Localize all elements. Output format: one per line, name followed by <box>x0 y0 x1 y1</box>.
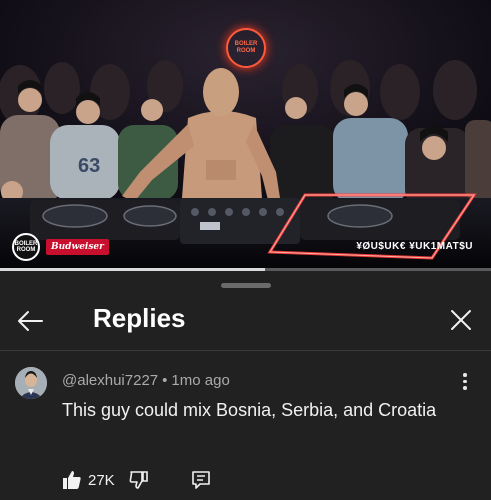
close-button[interactable] <box>447 306 475 334</box>
boiler-room-logo: BOILER ROOM <box>12 233 40 261</box>
reply-icon <box>191 471 210 489</box>
replies-header: Replies <box>0 293 491 349</box>
close-icon <box>451 310 471 330</box>
comment-item: @alexhui7227 • 1mo ago This guy could mix … <box>0 351 491 500</box>
drag-handle[interactable] <box>221 283 271 288</box>
thumbs-down-icon <box>129 471 148 489</box>
comment-meta: @alexhui7227 • 1mo ago <box>62 372 230 389</box>
back-button[interactable] <box>14 306 48 336</box>
artist-watermark: ¥ØU$UK€ ¥UK1MAT$U <box>356 241 473 252</box>
replies-panel: Replies @alexhui7227 • 1mo ago This guy co… <box>0 271 491 500</box>
like-button[interactable]: 27K <box>62 470 115 490</box>
comment-actions: 27K <box>62 467 211 493</box>
user-avatar-icon <box>15 367 47 399</box>
video-branding: BOILER ROOM Budweiser <box>12 233 109 261</box>
comment-text: This guy could mix Bosnia, Serbia, and C… <box>62 400 437 420</box>
like-count: 27K <box>88 471 115 489</box>
budweiser-logo: Budweiser <box>46 239 109 255</box>
thumbs-up-icon <box>63 471 81 489</box>
meta-separator: • <box>162 372 168 389</box>
arrow-left-icon <box>18 311 43 331</box>
avatar[interactable] <box>15 367 47 399</box>
page-title: Replies <box>93 303 186 333</box>
neon-logo-sign: BOILER ROOM <box>226 28 266 68</box>
comment-time: 1mo ago <box>171 372 230 389</box>
dislike-button[interactable] <box>129 470 149 490</box>
more-options-button[interactable] <box>461 373 469 393</box>
svg-text:63: 63 <box>78 155 100 177</box>
reply-button[interactable] <box>191 470 211 490</box>
more-vert-icon <box>461 373 469 390</box>
video-player[interactable]: 63 BOILER ROOM BOILER ROOM Budweiser ¥ØU… <box>0 0 491 268</box>
comment-author[interactable]: @alexhui7227 <box>62 372 158 389</box>
